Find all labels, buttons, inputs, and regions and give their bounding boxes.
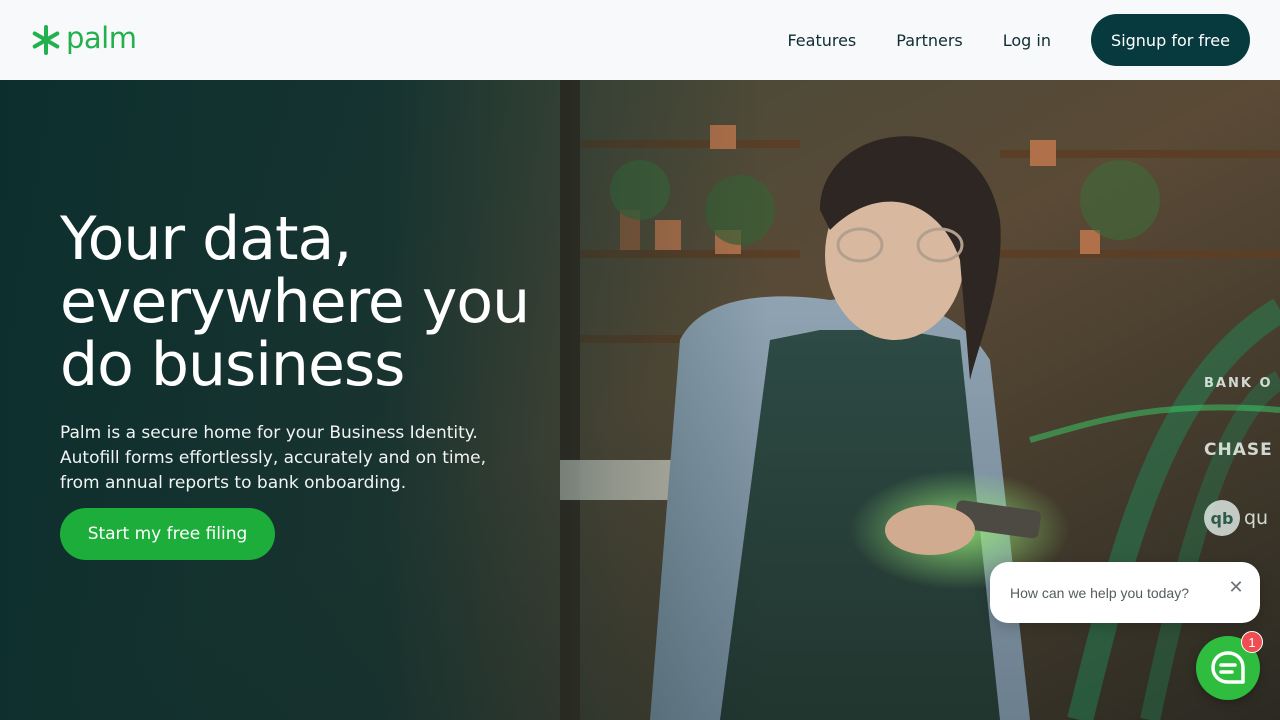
hero-title-line: do business [60, 330, 405, 400]
hero-section: Your data, everywhere you do business Pa… [0, 80, 1280, 720]
hero-description: Palm is a secure home for your Business … [60, 421, 500, 496]
nav-link-login[interactable]: Log in [1003, 31, 1051, 50]
main-nav: Features Partners Log in Signup for free [787, 14, 1250, 66]
partner-logo-quickbooks-text: qu [1244, 507, 1269, 529]
close-icon[interactable]: ✕ [1228, 579, 1244, 597]
start-free-filing-button[interactable]: Start my free filing [60, 508, 275, 560]
brand-name: palm [66, 21, 137, 55]
hero-title-line: everywhere you [60, 267, 530, 337]
chat-prompt-text: How can we help you today? [1010, 584, 1189, 601]
palm-logo[interactable]: palm [30, 21, 137, 57]
hero-content: Your data, everywhere you do business Pa… [60, 208, 530, 560]
signup-button[interactable]: Signup for free [1091, 14, 1250, 66]
partner-logo-chase: CHASE [1204, 440, 1273, 460]
quickbooks-icon: qb [1204, 500, 1240, 536]
hero-description-line: from annual reports to bank onboarding. [60, 473, 407, 493]
hero-title: Your data, everywhere you do business [60, 208, 530, 397]
chat-prompt-bubble[interactable]: How can we help you today? ✕ [990, 562, 1260, 623]
palm-asterisk-icon [32, 25, 60, 55]
chat-icon [1211, 651, 1245, 684]
partner-logo-bank-of-america: BANK O [1204, 376, 1273, 391]
nav-link-features[interactable]: Features [787, 31, 856, 50]
hero-title-line: Your data, [60, 204, 352, 274]
site-header: palm Features Partners Log in Signup for… [0, 0, 1280, 80]
chat-notification-badge: 1 [1241, 631, 1263, 653]
hero-description-line: Autofill forms effortlessly, accurately … [60, 448, 487, 468]
hero-description-line: Palm is a secure home for your Business … [60, 423, 478, 443]
nav-link-partners[interactable]: Partners [896, 31, 962, 50]
partner-logo-quickbooks: qb qu [1204, 500, 1268, 536]
